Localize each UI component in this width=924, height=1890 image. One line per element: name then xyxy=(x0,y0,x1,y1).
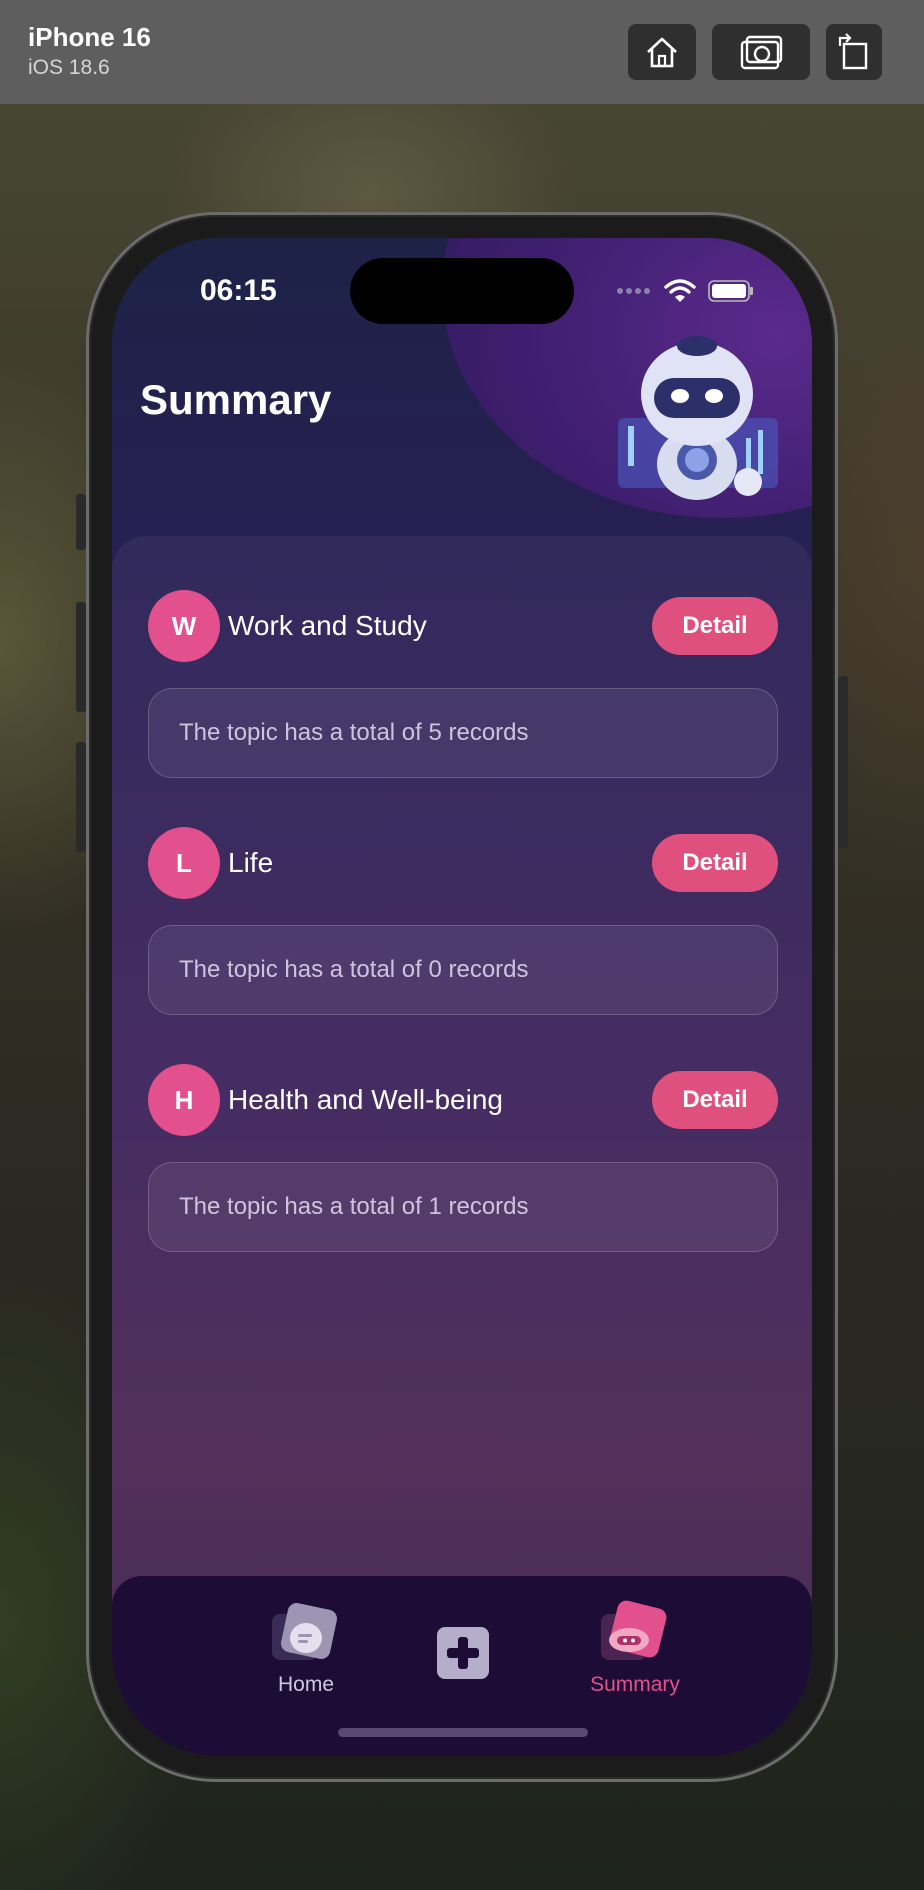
signal-dots-icon xyxy=(617,288,650,294)
tab-summary-label: Summary xyxy=(590,1673,680,1696)
topic-summary: The topic has a total of 5 records xyxy=(148,688,778,778)
os-version: iOS 18.6 xyxy=(28,56,110,79)
topic-name: Life xyxy=(228,847,274,878)
status-icons xyxy=(616,278,754,304)
status-time: 06:15 xyxy=(200,274,277,307)
summary-tab-icon xyxy=(601,1600,667,1660)
device-name: iPhone 16 xyxy=(28,22,151,52)
home-icon xyxy=(647,37,677,68)
screenshot-button[interactable] xyxy=(712,24,810,80)
topic-avatar: W xyxy=(148,590,220,662)
topic-card: W Work and Study Detail The topic has a … xyxy=(148,590,778,778)
topic-card: L Life Detail The topic has a total of 0… xyxy=(148,827,778,1015)
topic-avatar: H xyxy=(148,1064,220,1136)
home-button[interactable] xyxy=(628,24,696,80)
home-indicator xyxy=(338,1728,588,1737)
volume-down-button xyxy=(76,742,86,852)
wifi-icon xyxy=(664,279,696,302)
topic-summary: The topic has a total of 0 records xyxy=(148,925,778,1015)
home-tab-icon xyxy=(272,1603,337,1660)
dynamic-island xyxy=(350,258,574,324)
rotate-button[interactable] xyxy=(826,24,882,80)
add-button[interactable] xyxy=(435,1626,491,1685)
screenshot-icon xyxy=(740,35,783,70)
topic-avatar: L xyxy=(148,827,220,899)
add-icon xyxy=(437,1627,489,1679)
topic-card: H Health and Well-being Detail The topic… xyxy=(148,1064,778,1252)
action-button xyxy=(76,494,86,550)
topic-name: Work and Study xyxy=(228,610,427,641)
topic-name: Health and Well-being xyxy=(228,1084,503,1115)
simulator-toolbar: iPhone 16 iOS 18.6 xyxy=(0,0,924,104)
volume-up-button xyxy=(76,602,86,712)
page-title: Summary xyxy=(140,376,332,423)
detail-button[interactable]: Detail xyxy=(652,1071,778,1129)
battery-icon xyxy=(708,280,753,302)
phone-screen: 06:15 Summary W Work and Study Detail Th… xyxy=(112,238,812,1756)
tab-home-label: Home xyxy=(277,1673,335,1696)
tab-summary[interactable]: Summary xyxy=(580,1600,690,1697)
topic-summary: The topic has a total of 1 records xyxy=(148,1162,778,1252)
tab-home[interactable]: Home xyxy=(262,1600,350,1697)
robot-illustration xyxy=(618,336,778,500)
rotate-icon xyxy=(838,33,868,70)
detail-button[interactable]: Detail xyxy=(652,597,778,655)
detail-button[interactable]: Detail xyxy=(652,834,778,892)
power-button xyxy=(838,676,848,848)
